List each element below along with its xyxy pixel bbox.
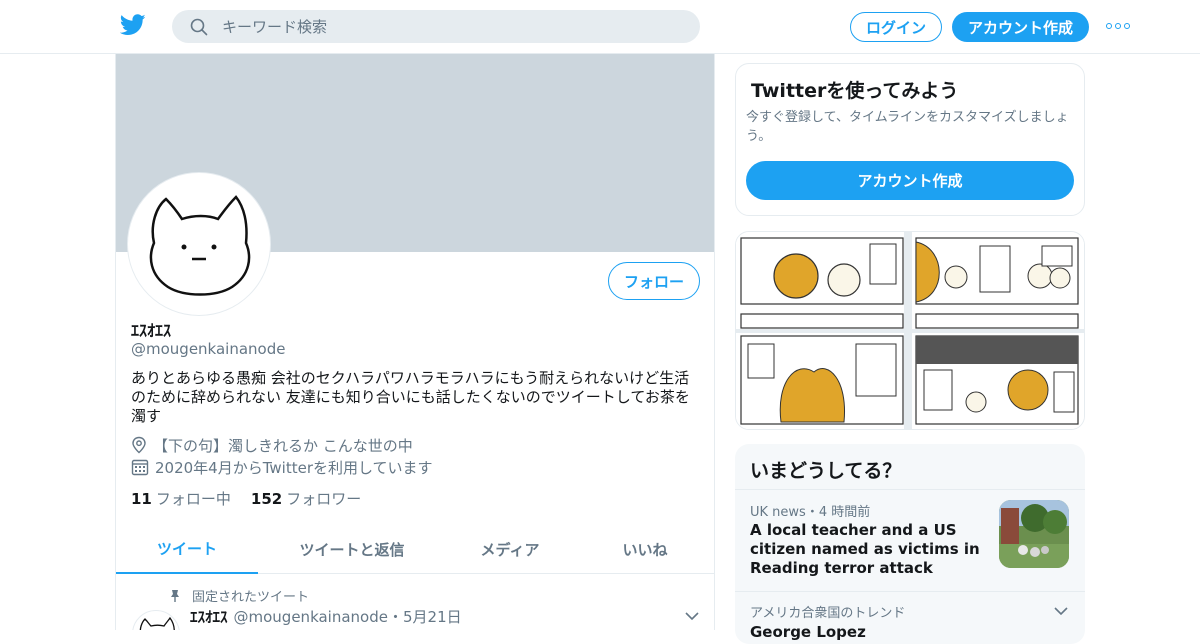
- cat-face-avatar-image: [149, 195, 251, 296]
- trend-thumbnail: [999, 500, 1069, 568]
- profile-handle[interactable]: @mougenkainanode: [131, 340, 285, 358]
- cat-face-avatar-image: [139, 616, 175, 630]
- tab-likes[interactable]: いいね: [574, 524, 714, 574]
- location-pin-icon: [132, 436, 146, 454]
- trend-source: UK news: [750, 505, 806, 520]
- signup-card-button[interactable]: アカウント作成: [746, 161, 1074, 200]
- profile-stats: 11 フォロー中 152 フォロワー: [131, 488, 361, 509]
- comic-media-preview[interactable]: [736, 232, 1085, 430]
- search-icon: [190, 18, 208, 36]
- signup-card-title: Twitterを使ってみよう: [751, 80, 959, 102]
- tweet-author-handle[interactable]: @mougenkainanode: [234, 608, 388, 626]
- trend-item-topic[interactable]: アメリカ合衆国のトレンド George Lopez: [735, 591, 1085, 644]
- profile-tabs: ツイート ツイートと返信 メディア いいね: [116, 524, 714, 574]
- tweet-header: ｴｽｵｴｽ @mougenkainanode ・ 5月21日: [190, 606, 462, 627]
- tab-tweets[interactable]: ツイート: [116, 524, 258, 574]
- following-count: 11: [131, 490, 152, 508]
- trend-name: George Lopez: [750, 623, 866, 641]
- search-bar[interactable]: [172, 10, 700, 43]
- profile-location: 【下の句】濁しきれるか こんな世の中: [131, 435, 413, 455]
- following-label: フォロー中: [155, 490, 231, 508]
- tweet-date[interactable]: 5月21日: [403, 606, 462, 627]
- pin-icon: [171, 589, 179, 602]
- trend-separator: ・: [805, 505, 819, 520]
- top-navigation-bar: ログイン アカウント作成: [0, 0, 1200, 54]
- chevron-down-icon[interactable]: [684, 610, 700, 622]
- more-options-icon[interactable]: [1106, 18, 1130, 34]
- trend-meta: UK news・4 時間前: [750, 501, 870, 520]
- tweet-separator: ・: [387, 608, 403, 626]
- tweet-author-name[interactable]: ｴｽｵｴｽ: [190, 606, 228, 627]
- tweet-avatar[interactable]: [132, 610, 180, 630]
- profile-column: フォロー ｴｽｵｴｽ @mougenkainanode ありとあらゆる愚痴 会社…: [115, 54, 715, 630]
- pinned-tweet-label-text: 固定されたツイート: [192, 590, 310, 605]
- trend-headline: A local teacher and a US citizen named a…: [750, 521, 980, 577]
- trends-panel: いまどうしてる？ UK news・4 時間前 A local teacher a…: [735, 444, 1085, 644]
- profile-joined: 2020年4月からTwitterを利用しています: [131, 457, 433, 477]
- trend-item-news[interactable]: UK news・4 時間前 A local teacher and a US c…: [735, 489, 1085, 591]
- tab-tweets-and-replies[interactable]: ツイートと返信: [258, 524, 446, 574]
- pinned-tweet-label: 固定されたツイート: [168, 586, 309, 605]
- trends-title: いまどうしてる？: [750, 460, 902, 482]
- following-stat[interactable]: 11 フォロー中: [131, 488, 231, 509]
- twitter-bird-icon[interactable]: [120, 14, 146, 36]
- followers-label: フォロワー: [286, 490, 362, 508]
- profile-bio: ありとあらゆる愚痴 会社のセクハラパワハラモラハラにもう耐えられないけど生活のた…: [131, 369, 690, 425]
- profile-display-name[interactable]: ｴｽｵｴｽ: [131, 317, 171, 341]
- profile-location-text: 【下の句】濁しきれるか こんな世の中: [153, 436, 413, 455]
- profile-avatar[interactable]: [128, 173, 270, 315]
- followers-stat[interactable]: 152 フォロワー: [251, 488, 361, 509]
- tab-media[interactable]: メディア: [446, 524, 574, 574]
- signup-card-description: 今すぐ登録して、タイムラインをカスタマイズしましょう。: [746, 110, 1069, 144]
- follow-button[interactable]: フォロー: [608, 262, 700, 300]
- trend-time: 4 時間前: [818, 505, 871, 520]
- signup-card: Twitterを使ってみよう 今すぐ登録して、タイムラインをカスタマイズしましょ…: [735, 63, 1085, 216]
- search-input[interactable]: [222, 10, 682, 43]
- signup-button[interactable]: アカウント作成: [952, 12, 1089, 42]
- profile-joined-text: 2020年4月からTwitterを利用しています: [155, 458, 433, 477]
- media-grid: [735, 231, 1085, 430]
- login-button[interactable]: ログイン: [850, 12, 942, 42]
- chevron-down-icon[interactable]: [1053, 605, 1069, 617]
- followers-count: 152: [250, 490, 283, 508]
- trend-context: アメリカ合衆国のトレンド: [750, 606, 906, 621]
- park-photo-image: [999, 500, 1069, 568]
- calendar-icon: [131, 459, 149, 476]
